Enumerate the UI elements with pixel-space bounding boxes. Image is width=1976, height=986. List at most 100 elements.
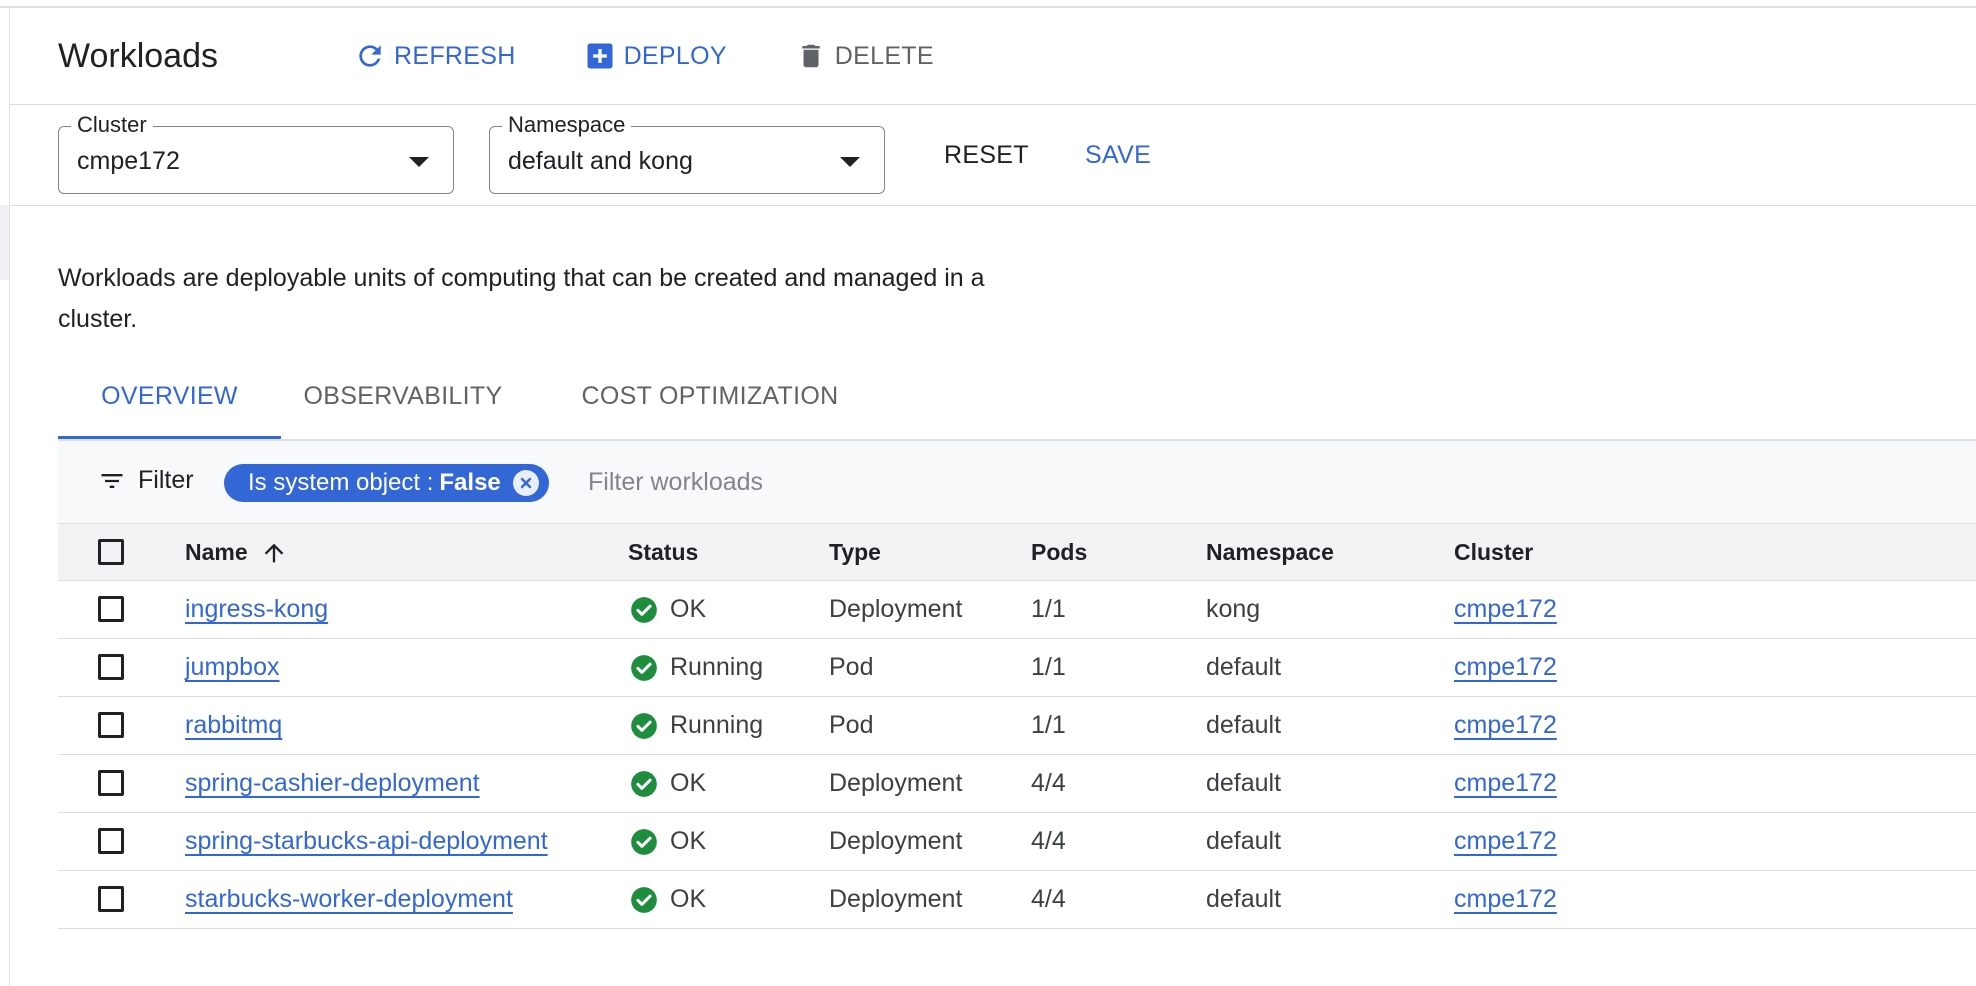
tab-cost-optimization[interactable]: COST OPTIMIZATION <box>578 382 842 440</box>
pods-cell: 4/4 <box>1031 827 1066 855</box>
header-divider <box>10 104 1976 105</box>
namespace-select-label: Namespace <box>502 112 632 138</box>
table-body: ingress-kong OK Deployment 1/1 kong cmpe… <box>58 581 1976 929</box>
check-circle-icon <box>631 886 657 913</box>
workload-name-link[interactable]: spring-cashier-deployment <box>185 769 480 798</box>
column-header-type[interactable]: Type <box>829 524 881 581</box>
page-title: Workloads <box>58 36 218 75</box>
type-cell: Deployment <box>829 769 963 797</box>
row-checkbox[interactable] <box>98 596 124 622</box>
workload-name-link[interactable]: rabbitmq <box>185 711 282 740</box>
tab-bar: OVERVIEW OBSERVABILITY COST OPTIMIZATION <box>58 382 1976 440</box>
pods-cell: 1/1 <box>1031 653 1066 681</box>
row-checkbox[interactable] <box>98 654 124 680</box>
row-checkbox[interactable] <box>98 770 124 796</box>
filter-workloads-input[interactable] <box>588 460 1088 504</box>
cluster-link[interactable]: cmpe172 <box>1454 769 1557 798</box>
column-header-name-label: Name <box>185 539 248 565</box>
chip-close-icon[interactable] <box>512 470 539 496</box>
cluster-select[interactable]: Cluster cmpe172 <box>58 112 454 194</box>
namespace-select-value: default and kong <box>508 147 693 175</box>
status-cell: OK <box>628 581 706 638</box>
tab-overview[interactable]: OVERVIEW <box>58 382 281 440</box>
filter-chip-key: Is system object : <box>248 469 434 496</box>
type-cell: Pod <box>829 653 874 681</box>
filter-button[interactable]: Filter <box>98 466 194 495</box>
check-circle-icon <box>631 596 657 623</box>
check-circle-icon <box>631 770 657 797</box>
delete-button[interactable]: DELETE <box>795 40 934 72</box>
dropdown-caret-icon <box>840 157 860 167</box>
select-all-checkbox[interactable] <box>98 539 124 565</box>
deploy-button[interactable]: DEPLOY <box>584 40 727 72</box>
column-header-cluster[interactable]: Cluster <box>1454 524 1533 581</box>
type-cell: Deployment <box>829 827 963 855</box>
top-border <box>0 6 1976 8</box>
status-cell: Running <box>628 697 763 754</box>
table-row: starbucks-worker-deployment OK Deploymen… <box>58 871 1976 929</box>
workload-name-link[interactable]: ingress-kong <box>185 595 328 624</box>
cluster-select-value: cmpe172 <box>77 147 180 175</box>
left-rail-border <box>9 8 10 986</box>
refresh-icon <box>354 40 386 72</box>
check-circle-icon <box>631 654 657 681</box>
status-text: OK <box>670 595 707 623</box>
column-header-name[interactable]: Name <box>185 524 288 581</box>
table-row: jumpbox Running Pod 1/1 default cmpe172 <box>58 639 1976 697</box>
check-circle-icon <box>631 712 657 739</box>
namespace-cell: default <box>1206 653 1282 681</box>
workload-name-link[interactable]: starbucks-worker-deployment <box>185 885 513 914</box>
type-cell: Deployment <box>829 595 963 623</box>
tab-observability[interactable]: OBSERVABILITY <box>293 382 513 440</box>
column-header-namespace[interactable]: Namespace <box>1206 524 1334 581</box>
selector-divider <box>10 205 1976 206</box>
pods-cell: 4/4 <box>1031 885 1066 913</box>
filter-chip[interactable]: Is system object : False <box>224 464 549 502</box>
save-button[interactable]: SAVE <box>1085 141 1151 170</box>
filter-bar: Filter Is system object : False <box>58 441 1976 523</box>
dropdown-caret-icon <box>409 157 429 167</box>
column-header-pods[interactable]: Pods <box>1031 524 1087 581</box>
status-cell: OK <box>628 871 706 928</box>
type-cell: Pod <box>829 711 874 739</box>
cluster-link[interactable]: cmpe172 <box>1454 595 1557 624</box>
deploy-label: DEPLOY <box>623 41 727 70</box>
status-text: Running <box>670 653 764 681</box>
cluster-link[interactable]: cmpe172 <box>1454 711 1557 740</box>
page-header: Workloads REFRESH DEPLOY DELETE <box>58 30 1002 82</box>
status-cell: OK <box>628 755 706 812</box>
status-text: OK <box>670 769 707 797</box>
pods-cell: 1/1 <box>1031 595 1066 623</box>
table-header-row: Name Status Type Pods Namespace Cluster <box>58 523 1976 581</box>
namespace-cell: default <box>1206 885 1282 913</box>
column-header-status[interactable]: Status <box>628 524 698 581</box>
page-description: Workloads are deployable units of comput… <box>58 264 985 333</box>
check-circle-icon <box>631 828 657 855</box>
refresh-button[interactable]: REFRESH <box>354 40 516 72</box>
cluster-select-label: Cluster <box>71 112 153 138</box>
namespace-cell: kong <box>1206 595 1261 623</box>
workload-name-link[interactable]: jumpbox <box>185 653 280 682</box>
status-text: OK <box>670 827 707 855</box>
row-checkbox[interactable] <box>98 886 124 912</box>
add-box-icon <box>584 40 616 72</box>
cluster-link[interactable]: cmpe172 <box>1454 827 1557 856</box>
filter-list-icon <box>101 473 123 488</box>
namespace-cell: default <box>1206 711 1282 739</box>
workloads-table: Name Status Type Pods Namespace Cluster … <box>58 523 1976 929</box>
status-cell: Running <box>628 639 763 696</box>
pods-cell: 1/1 <box>1031 711 1066 739</box>
sort-ascending-icon[interactable] <box>260 539 288 567</box>
refresh-label: REFRESH <box>394 41 516 70</box>
workload-name-link[interactable]: spring-starbucks-api-deployment <box>185 827 548 856</box>
table-row: rabbitmq Running Pod 1/1 default cmpe172 <box>58 697 1976 755</box>
pods-cell: 4/4 <box>1031 769 1066 797</box>
reset-button[interactable]: RESET <box>944 141 1029 170</box>
row-checkbox[interactable] <box>98 712 124 738</box>
cluster-link[interactable]: cmpe172 <box>1454 653 1557 682</box>
left-rail-marker <box>0 205 9 280</box>
cluster-link[interactable]: cmpe172 <box>1454 885 1557 914</box>
type-cell: Deployment <box>829 885 963 913</box>
namespace-select[interactable]: Namespace default and kong <box>489 112 885 194</box>
row-checkbox[interactable] <box>98 828 124 854</box>
